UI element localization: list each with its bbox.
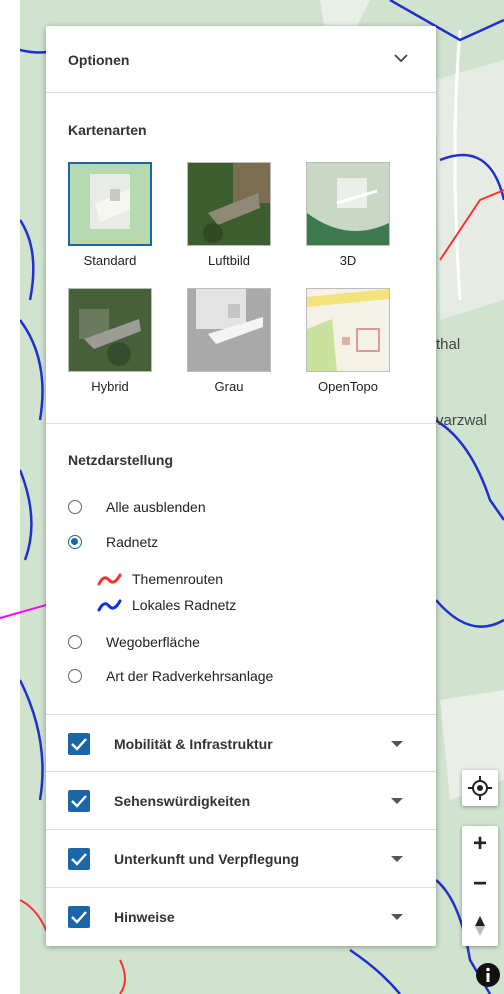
radio-button[interactable] bbox=[68, 535, 82, 549]
maptype-hybrid[interactable]: Hybrid bbox=[65, 288, 155, 394]
zoom-out-button[interactable]: − bbox=[462, 866, 498, 902]
locate-icon bbox=[468, 776, 492, 800]
maptype-3d-thumbnail bbox=[306, 162, 390, 246]
options-panel: Optionen Kartenarten Standard Luftbild 3… bbox=[46, 26, 436, 946]
layer-mobilitaet-infrastruktur[interactable]: Mobilität & Infrastruktur bbox=[46, 714, 436, 772]
route-line-icon bbox=[97, 599, 122, 612]
checkmark-icon bbox=[71, 853, 87, 866]
zoom-controls: + − bbox=[462, 826, 498, 946]
layer-label: Sehenswürdigkeiten bbox=[114, 793, 251, 809]
map-types-title: Kartenarten bbox=[68, 122, 147, 138]
radio-button[interactable] bbox=[68, 669, 82, 683]
layer-sehenswuerdigkeiten[interactable]: Sehenswürdigkeiten bbox=[46, 771, 436, 829]
maptype-hybrid-thumbnail bbox=[68, 288, 152, 372]
chevron-down-icon[interactable] bbox=[393, 50, 409, 66]
layer-label: Unterkunft und Verpflegung bbox=[114, 851, 300, 867]
checkmark-icon bbox=[71, 738, 87, 751]
network-title: Netzdarstellung bbox=[68, 452, 174, 468]
checkbox[interactable] bbox=[68, 790, 90, 812]
maptype-3d[interactable]: 3D bbox=[303, 162, 393, 268]
divider bbox=[46, 423, 436, 424]
radio-button[interactable] bbox=[68, 635, 82, 649]
radio-label: Radnetz bbox=[106, 534, 159, 550]
layer-unterkunft-verpflegung[interactable]: Unterkunft und Verpflegung bbox=[46, 829, 436, 887]
maptype-standard-thumbnail bbox=[68, 162, 152, 246]
radio-label: Alle ausblenden bbox=[106, 499, 206, 515]
layer-hinweise[interactable]: Hinweise bbox=[46, 887, 436, 945]
maptype-3d-label: 3D bbox=[339, 253, 357, 268]
maptype-luftbild[interactable]: Luftbild bbox=[184, 162, 274, 268]
checkbox[interactable] bbox=[68, 733, 90, 755]
map-label-place: thal bbox=[436, 336, 461, 353]
maptype-grau[interactable]: Grau bbox=[184, 288, 274, 394]
maptype-standard[interactable]: Standard bbox=[65, 162, 155, 268]
route-line-icon bbox=[97, 573, 122, 586]
caret-down-icon[interactable] bbox=[391, 798, 403, 804]
checkbox[interactable] bbox=[68, 906, 90, 928]
options-title: Optionen bbox=[68, 52, 130, 68]
legend-label: Themenrouten bbox=[132, 571, 224, 587]
map-label-place: varzwal bbox=[436, 412, 487, 429]
radio-label: Wegoberfläche bbox=[106, 634, 200, 650]
checkmark-icon bbox=[71, 795, 87, 808]
info-icon[interactable] bbox=[475, 962, 501, 988]
radio-label: Art der Radverkehrsanlage bbox=[106, 668, 274, 684]
caret-down-icon[interactable] bbox=[391, 856, 403, 862]
maptype-hybrid-label: Hybrid bbox=[91, 379, 129, 394]
compass-icon[interactable] bbox=[462, 908, 498, 944]
options-header[interactable]: Optionen bbox=[46, 26, 436, 93]
legend-label: Lokales Radnetz bbox=[132, 597, 237, 613]
zoom-in-button[interactable]: + bbox=[462, 826, 498, 862]
maptype-grau-label: Grau bbox=[214, 379, 244, 394]
locate-button[interactable] bbox=[462, 770, 498, 806]
maptype-luftbild-label: Luftbild bbox=[208, 253, 250, 268]
maptype-opentopo-thumbnail bbox=[306, 288, 390, 372]
maptype-luftbild-thumbnail bbox=[187, 162, 271, 246]
maptype-opentopo[interactable]: OpenTopo bbox=[303, 288, 393, 394]
checkmark-icon bbox=[71, 911, 87, 924]
layer-label: Hinweise bbox=[114, 909, 175, 925]
layer-label: Mobilität & Infrastruktur bbox=[114, 736, 273, 752]
maptype-standard-label: Standard bbox=[83, 253, 137, 268]
maptype-grau-thumbnail bbox=[187, 288, 271, 372]
radio-button[interactable] bbox=[68, 500, 82, 514]
caret-down-icon[interactable] bbox=[391, 741, 403, 747]
checkbox[interactable] bbox=[68, 848, 90, 870]
maptype-opentopo-label: OpenTopo bbox=[318, 379, 378, 394]
caret-down-icon[interactable] bbox=[391, 914, 403, 920]
